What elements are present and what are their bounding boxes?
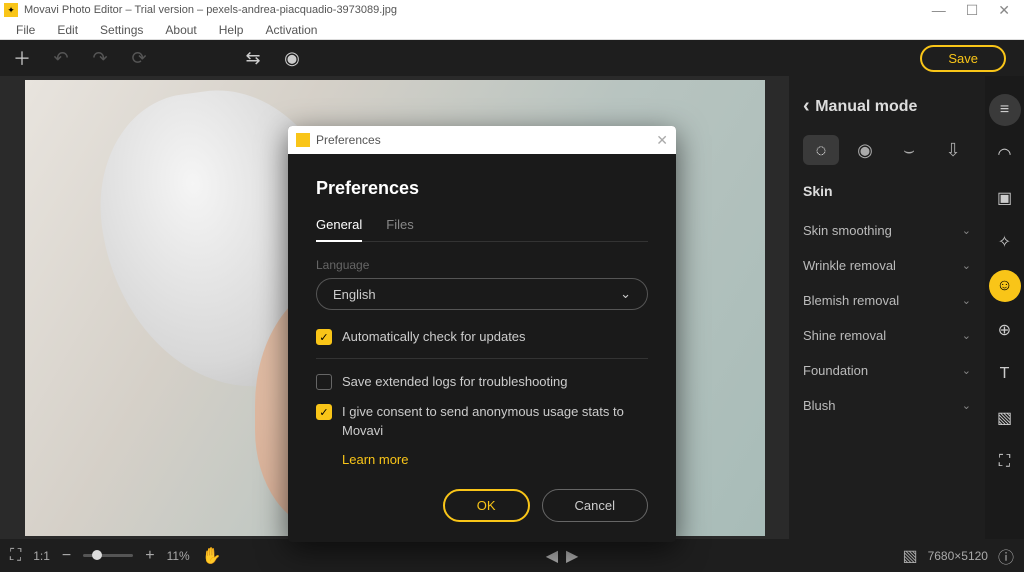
zoom-thumb[interactable] [92, 550, 102, 560]
chevron-down-icon: ⌄ [962, 364, 971, 377]
chevron-down-icon: ⌄ [962, 294, 971, 307]
menu-about[interactable]: About [157, 21, 204, 39]
overlay-icon[interactable]: ⊕ [989, 314, 1021, 346]
chevron-down-icon: ⌄ [962, 329, 971, 342]
close-button[interactable]: ✕ [998, 2, 1010, 19]
tab-general[interactable]: General [316, 217, 362, 242]
tool-blemish-removal[interactable]: Blemish removal⌄ [803, 283, 971, 318]
divider [316, 358, 648, 359]
reload-icon[interactable]: ⟳ [127, 48, 151, 69]
bottom-bar: ⛶ 1:1 − + 11% ✋ ◀ ▶ ▧ 7680×5120 ⓘ [0, 539, 1024, 572]
menu-edit[interactable]: Edit [49, 21, 86, 39]
tool-skin-smoothing[interactable]: Skin smoothing⌄ [803, 213, 971, 248]
adjust-icon[interactable]: ≡ [989, 94, 1021, 126]
dialog-titlebar[interactable]: Preferences ✕ [288, 126, 676, 154]
menubar: File Edit Settings About Help Activation [0, 20, 1024, 40]
zoom-out-icon[interactable]: − [62, 547, 71, 565]
add-icon[interactable]: ＋ [10, 45, 34, 71]
nav-center: ◀ ▶ [234, 546, 891, 566]
language-select[interactable]: English ⌄ [316, 278, 648, 310]
language-value: English [333, 287, 376, 302]
menu-file[interactable]: File [8, 21, 43, 39]
retouch-category-icons: ◌ ◉ ⌣ ⇩ [803, 135, 971, 165]
redo-icon[interactable]: ↷ [88, 48, 112, 69]
save-logs-checkbox[interactable] [316, 374, 332, 390]
tool-shine-removal[interactable]: Shine removal⌄ [803, 318, 971, 353]
tool-foundation[interactable]: Foundation⌄ [803, 353, 971, 388]
next-icon[interactable]: ▶ [566, 546, 578, 566]
maximize-button[interactable]: ☐ [966, 2, 979, 19]
crop-icon[interactable]: ⛶ [989, 446, 1021, 478]
text-icon[interactable]: T [989, 358, 1021, 390]
fullscreen-icon[interactable]: ⛶ [10, 547, 21, 565]
zoom-ratio[interactable]: 1:1 [33, 549, 50, 563]
image-info-icon[interactable]: ▧ [902, 546, 917, 566]
zoom-in-icon[interactable]: + [145, 547, 154, 565]
background-icon[interactable]: ▣ [989, 182, 1021, 214]
insert-image-icon[interactable]: ▧ [989, 402, 1021, 434]
image-dimensions: 7680×5120 [928, 549, 988, 563]
hand-icon[interactable]: ✋ [202, 546, 222, 566]
chevron-down-icon: ⌄ [962, 224, 971, 237]
menu-activation[interactable]: Activation [257, 21, 325, 39]
menu-help[interactable]: Help [211, 21, 252, 39]
other-category-icon[interactable]: ⇩ [935, 135, 971, 165]
info-icon[interactable]: ⓘ [998, 544, 1014, 568]
save-logs-label: Save extended logs for troubleshooting [342, 373, 568, 391]
app-icon: ✦ [4, 3, 18, 17]
tool-strip: ≡ ◠ ▣ ✧ ☺ ⊕ T ▧ ⛶ [985, 76, 1024, 539]
preferences-dialog: Preferences ✕ Preferences General Files … [288, 126, 676, 542]
consent-label: I give consent to send anonymous usage s… [342, 403, 648, 439]
language-label: Language [316, 258, 648, 272]
save-button[interactable]: Save [920, 45, 1006, 72]
chevron-down-icon: ⌄ [620, 286, 631, 302]
check-updates-label: Automatically check for updates [342, 328, 526, 346]
effects-icon[interactable]: ✧ [989, 226, 1021, 258]
menu-settings[interactable]: Settings [92, 21, 151, 39]
dialog-close-icon[interactable]: ✕ [656, 132, 668, 149]
eye-icon[interactable]: ◉ [280, 48, 304, 69]
minimize-button[interactable]: — [932, 2, 946, 19]
ok-button[interactable]: OK [443, 489, 530, 522]
retouch-icon[interactable]: ☺ [989, 270, 1021, 302]
chevron-down-icon: ⌄ [962, 259, 971, 272]
zoom-percent: 11% [167, 549, 190, 563]
skin-category-icon[interactable]: ◌ [803, 135, 839, 165]
tool-wrinkle-removal[interactable]: Wrinkle removal⌄ [803, 248, 971, 283]
dialog-title: Preferences [316, 133, 381, 147]
right-sidebar: Manual mode ◌ ◉ ⌣ ⇩ Skin Skin smoothing⌄… [789, 76, 1024, 539]
cancel-button[interactable]: Cancel [542, 489, 648, 522]
window-title: Movavi Photo Editor – Trial version – pe… [24, 4, 397, 16]
window-titlebar: ✦ Movavi Photo Editor – Trial version – … [0, 0, 1024, 20]
section-heading: Skin [803, 183, 971, 199]
window-controls: — ☐ ✕ [932, 2, 1020, 19]
dialog-heading: Preferences [316, 178, 648, 199]
dialog-tabs: General Files [316, 217, 648, 242]
mouth-category-icon[interactable]: ⌣ [891, 135, 927, 165]
learn-more-link[interactable]: Learn more [342, 452, 648, 467]
undo-icon[interactable]: ↶ [49, 48, 73, 69]
tool-blush[interactable]: Blush⌄ [803, 388, 971, 423]
consent-checkbox[interactable]: ✓ [316, 404, 332, 420]
erase-icon[interactable]: ◠ [989, 138, 1021, 170]
dialog-app-icon [296, 133, 310, 147]
tab-files[interactable]: Files [386, 217, 413, 241]
back-button[interactable]: Manual mode [803, 94, 971, 117]
main-toolbar: ＋ ↶ ↷ ⟳ ⇆ ◉ Save [0, 40, 1024, 76]
chevron-down-icon: ⌄ [962, 399, 971, 412]
compare-icon[interactable]: ⇆ [241, 48, 265, 69]
check-updates-checkbox[interactable]: ✓ [316, 329, 332, 345]
zoom-slider[interactable] [83, 554, 133, 557]
prev-icon[interactable]: ◀ [546, 546, 558, 566]
side-panel: Manual mode ◌ ◉ ⌣ ⇩ Skin Skin smoothing⌄… [789, 76, 985, 539]
eyes-category-icon[interactable]: ◉ [847, 135, 883, 165]
